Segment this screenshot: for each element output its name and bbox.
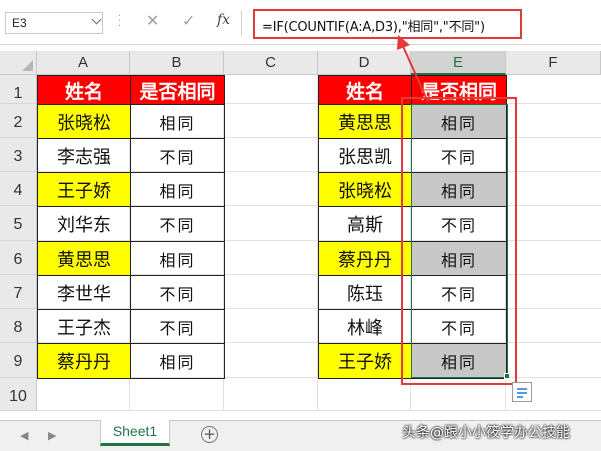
formula-input[interactable]: =IF(COUNTIF(A:A,D3),"相同","不同") (253, 9, 522, 39)
result-cell[interactable]: 相同 (130, 343, 225, 379)
row-header-3[interactable]: 3 (0, 138, 37, 172)
name-cell[interactable]: 张晓松 (37, 104, 131, 139)
name-cell[interactable]: 蔡丹丹 (318, 241, 412, 276)
next-sheet-icon[interactable]: ▶ (48, 429, 56, 442)
previous-sheet-icon[interactable]: ◀ (20, 429, 28, 442)
column-header-c[interactable]: C (224, 51, 318, 75)
row-header-10[interactable]: 10 (0, 378, 37, 411)
drag-handle-icon[interactable]: · · · (118, 12, 122, 32)
result-cell[interactable]: 相同 (411, 241, 507, 276)
header-cell-name[interactable]: 姓名 (318, 75, 412, 105)
row-header-7[interactable]: 7 (0, 275, 37, 309)
column-header-f[interactable]: F (506, 51, 601, 75)
select-all-icon (22, 60, 33, 71)
row-header-6[interactable]: 6 (0, 241, 37, 275)
watermark: 头条@跟小小筱学办公技能 (402, 425, 570, 441)
row-header-5[interactable]: 5 (0, 206, 37, 241)
name-cell[interactable]: 陈珏 (318, 275, 412, 310)
name-cell[interactable]: 王子娇 (318, 343, 412, 379)
row-number: 3 (13, 148, 23, 165)
quick-analysis-icon[interactable] (512, 382, 532, 402)
row-number: 7 (13, 285, 23, 302)
result-cell[interactable]: 相同 (411, 343, 507, 379)
name-cell[interactable]: 蔡丹丹 (37, 343, 131, 379)
result-cell[interactable]: 不同 (411, 275, 507, 310)
row-number: 1 (13, 85, 23, 102)
tab-sheet1[interactable]: Sheet1 (100, 420, 170, 446)
row-header-2[interactable]: 2 (0, 104, 37, 138)
add-sheet-icon[interactable]: + (201, 426, 218, 443)
gridline-horizontal (37, 410, 601, 411)
select-all-button[interactable] (0, 51, 37, 75)
formula-bar-divider (241, 10, 242, 36)
result-cell[interactable]: 不同 (411, 138, 507, 173)
name-cell[interactable]: 李世华 (37, 275, 131, 310)
row-number: 6 (13, 251, 23, 268)
row-number: 10 (9, 388, 27, 405)
result-cell[interactable]: 相同 (130, 172, 225, 207)
column-header-a[interactable]: A (37, 51, 130, 75)
column-header-b[interactable]: B (130, 51, 224, 75)
name-cell[interactable]: 王子杰 (37, 309, 131, 344)
name-cell[interactable]: 刘华东 (37, 206, 131, 242)
name-cell[interactable]: 王子娇 (37, 172, 131, 207)
result-cell[interactable]: 相同 (130, 104, 225, 139)
result-cell[interactable]: 不同 (130, 309, 225, 344)
row-number: 5 (13, 216, 23, 233)
row-number: 8 (13, 319, 23, 336)
row-header-9[interactable]: 9 (0, 343, 37, 378)
result-cell[interactable]: 不同 (130, 206, 225, 242)
name-box[interactable]: E3 (5, 12, 103, 34)
name-cell[interactable]: 高斯 (318, 206, 412, 242)
name-cell[interactable]: 黄思思 (318, 104, 412, 139)
cancel-icon[interactable]: ✕ (146, 11, 159, 30)
header-cell-result[interactable]: 是否相同 (411, 75, 507, 105)
result-cell[interactable]: 相同 (411, 172, 507, 207)
header-cell-result[interactable]: 是否相同 (130, 75, 225, 105)
row-number: 4 (13, 182, 23, 199)
name-cell[interactable]: 张晓松 (318, 172, 412, 207)
name-cell[interactable]: 林峰 (318, 309, 412, 344)
column-header-d[interactable]: D (318, 51, 411, 75)
header-cell-name[interactable]: 姓名 (37, 75, 131, 105)
result-cell[interactable]: 不同 (130, 138, 225, 173)
name-cell[interactable]: 张思凯 (318, 138, 412, 173)
insert-function-icon[interactable]: fx (217, 12, 230, 28)
name-cell[interactable]: 黄思思 (37, 241, 131, 276)
name-cell[interactable]: 李志强 (37, 138, 131, 173)
result-cell[interactable]: 相同 (411, 104, 507, 139)
result-cell[interactable]: 不同 (411, 206, 507, 242)
formula-bar: E3 · · · ✕ ✓ fx =IF(COUNTIF(A:A,D3),"相同","… (0, 0, 601, 45)
column-header-e[interactable]: E (411, 51, 506, 75)
result-cell[interactable]: 不同 (411, 309, 507, 344)
row-header-8[interactable]: 8 (0, 309, 37, 343)
result-cell[interactable]: 不同 (130, 275, 225, 310)
enter-icon[interactable]: ✓ (182, 11, 195, 30)
row-header-1[interactable]: 1 (0, 75, 37, 104)
row-number: 2 (13, 114, 23, 131)
row-number: 9 (13, 353, 23, 370)
fill-handle[interactable] (504, 373, 510, 379)
row-header-4[interactable]: 4 (0, 172, 37, 206)
result-cell[interactable]: 相同 (130, 241, 225, 276)
